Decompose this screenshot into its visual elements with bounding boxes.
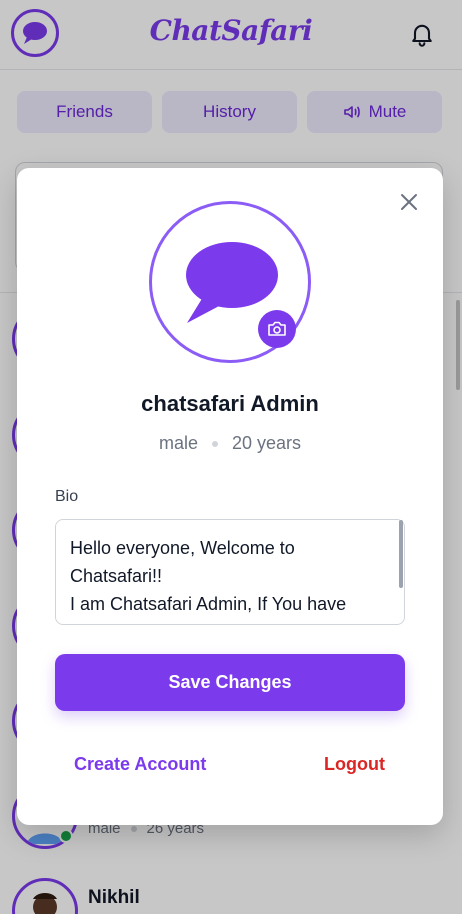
bio-label: Bio [55,488,79,505]
profile-meta: male 20 years [17,433,443,454]
create-account-link[interactable]: Create Account [74,754,206,775]
logout-link[interactable]: Logout [324,754,385,775]
chat-bubble-icon [186,242,278,323]
profile-age: 20 years [231,433,302,453]
save-changes-button[interactable]: Save Changes [55,654,405,711]
meta-separator [211,440,218,447]
profile-gender: male [158,433,198,453]
bio-textarea[interactable]: Hello everyone, Welcome to Chatsafari!! … [55,519,405,625]
profile-modal: chatsafari Admin male 20 years Bio Hello… [17,168,443,825]
change-photo-button[interactable] [258,310,296,348]
bio-scrollbar[interactable] [399,520,403,588]
close-icon[interactable] [397,190,421,214]
camera-icon [268,321,286,336]
profile-name: chatsafari Admin [141,391,319,416]
